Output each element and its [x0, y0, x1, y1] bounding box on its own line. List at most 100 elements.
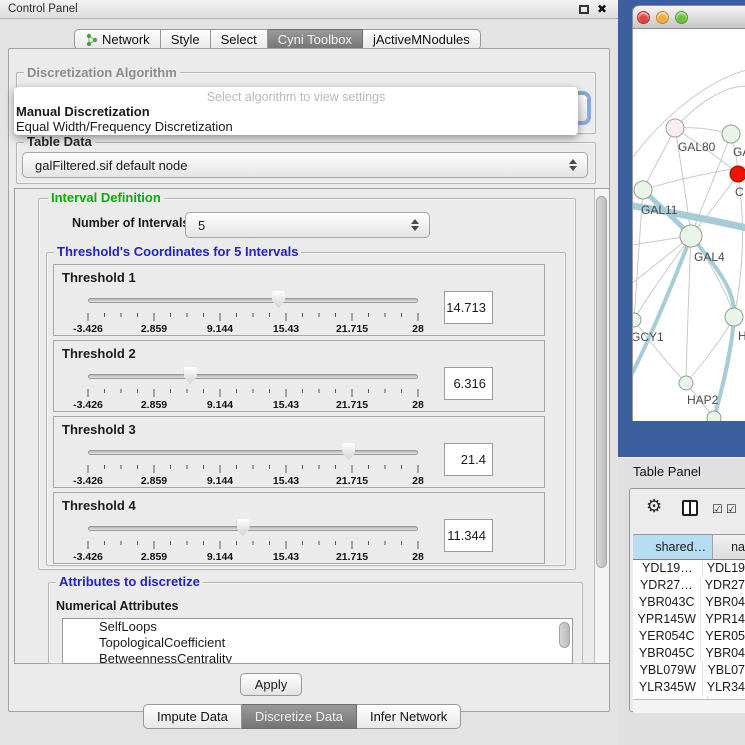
split-columns-icon[interactable] [682, 500, 698, 516]
tab-network[interactable]: Network [74, 29, 161, 50]
network-node[interactable] [679, 376, 693, 390]
group-title: Attributes to discretize [56, 575, 203, 588]
table-row[interactable]: YER054CYER05 [633, 628, 745, 645]
tab-label: jActiveMNodules [373, 32, 470, 47]
node-label: HAP2 [687, 393, 719, 407]
slider-track[interactable] [88, 298, 418, 303]
checkbox-icon[interactable]: ☑ [712, 502, 723, 516]
tab-impute-data[interactable]: Impute Data [143, 704, 242, 729]
float-window-icon[interactable] [579, 5, 589, 14]
network-edge[interactable] [633, 236, 691, 381]
window-minimize-icon[interactable] [656, 11, 669, 24]
threshold-value-field[interactable]: 14.713 [444, 291, 493, 324]
horizontal-scrollbar[interactable] [633, 699, 745, 713]
window-close-icon[interactable] [637, 11, 650, 24]
svg-text:28: 28 [412, 475, 424, 487]
network-edge[interactable] [686, 236, 691, 383]
tab-label: Style [171, 32, 200, 47]
numerical-attributes-list[interactable]: SelfLoopsTopologicalCoefficientBetweenne… [62, 618, 573, 664]
svg-text:15.43: 15.43 [273, 323, 299, 335]
tab-select[interactable]: Select [211, 29, 268, 50]
network-edge[interactable] [675, 86, 745, 128]
slider-track[interactable] [88, 450, 418, 455]
table-row[interactable]: YBR043CYBR04 [633, 594, 745, 611]
slider-track[interactable] [88, 526, 418, 531]
combobox-value: 5 [186, 218, 411, 233]
network-node[interactable] [707, 411, 721, 421]
network-node[interactable] [666, 119, 684, 137]
threshold-value-field[interactable]: 21.4 [444, 443, 493, 476]
algorithm-dropdown-popup: Select algorithm to view settings Manual… [14, 87, 578, 135]
combobox-arrows-icon [411, 219, 419, 231]
attribute-item[interactable]: TopologicalCoefficient [63, 635, 572, 651]
svg-text:21.715: 21.715 [336, 551, 368, 563]
table-panel-title: Table Panel [633, 464, 701, 479]
number-of-intervals-combobox[interactable]: 5 [185, 212, 430, 238]
network-edge[interactable] [691, 236, 734, 317]
apply-button[interactable]: Apply [240, 673, 302, 696]
dropdown-prompt-item[interactable]: Select algorithm to view settings [14, 90, 578, 104]
svg-text:2.859: 2.859 [141, 475, 167, 487]
threshold-value-field[interactable]: 11.344 [444, 519, 493, 552]
table-data-combobox[interactable]: galFiltered.sif default node [22, 152, 588, 178]
network-node[interactable] [680, 225, 702, 247]
slider-track[interactable] [88, 374, 418, 379]
list-scrollbar-thumb[interactable] [559, 622, 570, 648]
table-row[interactable]: YLR345WYLR34 [633, 679, 745, 696]
tab-style[interactable]: Style [161, 29, 211, 50]
attribute-item[interactable]: BetweennessCentrality [63, 651, 572, 664]
slider-thumb[interactable] [272, 291, 285, 308]
network-node[interactable] [634, 181, 652, 199]
svg-text:2.859: 2.859 [141, 551, 167, 563]
network-node[interactable] [722, 125, 740, 143]
slider-thumb[interactable] [342, 443, 355, 460]
svg-text:21.715: 21.715 [336, 399, 368, 411]
node-label: GA [733, 145, 745, 159]
vertical-scrollbar-thumb[interactable] [596, 196, 607, 568]
tab-cyni-toolbox[interactable]: Cyni Toolbox [268, 29, 363, 50]
combobox-value: galFiltered.sif default node [23, 158, 569, 173]
network-node[interactable] [633, 313, 641, 327]
attribute-item[interactable]: SelfLoops [63, 619, 572, 635]
group-title: Discretization Algorithm [24, 66, 180, 79]
checkbox-icon[interactable]: ☑ [726, 502, 737, 516]
dropdown-item-manual[interactable]: Manual Discretization [14, 104, 578, 119]
cell-shared-name: YDR27… [633, 577, 701, 594]
window-zoom-icon[interactable] [675, 11, 688, 24]
tab-label: Cyni Toolbox [278, 32, 352, 47]
gear-icon[interactable]: ⚙ [646, 496, 662, 517]
tab-discretize-data[interactable]: Discretize Data [242, 704, 357, 729]
network-edge[interactable] [691, 236, 734, 317]
network-view-canvas[interactable]: GAL80GACGAL11GAL4GCY1HHAP2 [632, 29, 745, 421]
network-node[interactable] [730, 166, 745, 182]
network-edge[interactable] [643, 128, 675, 190]
slider-ticks: -3.4262.8599.14415.4321.71528 [81, 312, 425, 335]
cell-name: YLR34 [703, 679, 745, 696]
table-row[interactable]: YBR045CYBR04 [633, 645, 745, 662]
column-header-shared[interactable]: shared… [633, 535, 713, 559]
network-node[interactable] [725, 308, 743, 326]
table-row[interactable]: YDR27…YDR27 [633, 577, 745, 594]
threshold-panel: Threshold 1-3.4262.8599.14415.4321.71528… [53, 264, 545, 336]
table-header-row: shared… na [633, 534, 745, 560]
dropdown-item-equal-width[interactable]: Equal Width/Frequency Discretization [14, 119, 578, 134]
close-icon[interactable]: ✖ [597, 2, 607, 16]
tab-infer-network[interactable]: Infer Network [357, 704, 461, 729]
svg-text:15.43: 15.43 [273, 551, 299, 563]
tab-label: Impute Data [157, 709, 228, 724]
tab-jactivemnodules[interactable]: jActiveMNodules [363, 29, 481, 50]
threshold-value-field[interactable]: 6.316 [444, 367, 493, 400]
slider-thumb[interactable] [184, 367, 197, 384]
svg-text:15.43: 15.43 [273, 399, 299, 411]
table-row[interactable]: YDL19…YDL19 [633, 560, 745, 577]
table-row[interactable]: YBL079WYBL07 [633, 662, 745, 679]
svg-text:9.144: 9.144 [207, 475, 233, 487]
svg-text:28: 28 [412, 399, 424, 411]
svg-text:9.144: 9.144 [207, 551, 233, 563]
column-header-name[interactable]: na [713, 535, 745, 559]
svg-text:-3.426: -3.426 [73, 399, 103, 411]
slider-thumb[interactable] [237, 519, 250, 536]
network-icon [85, 33, 98, 46]
table-row[interactable]: YPR145WYPR14 [633, 611, 745, 628]
svg-text:28: 28 [412, 323, 424, 335]
